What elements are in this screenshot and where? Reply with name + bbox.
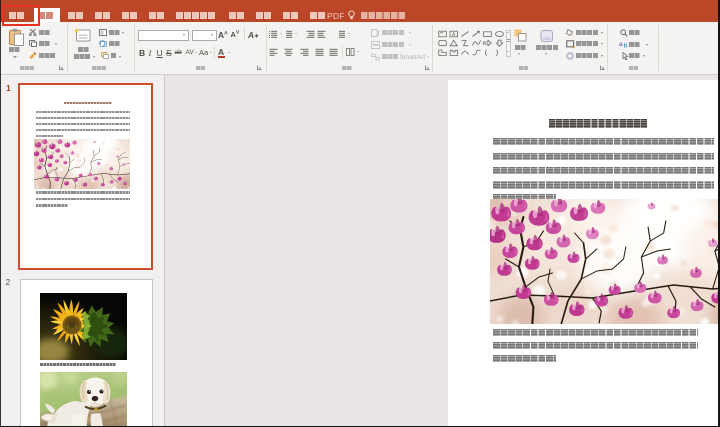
svg-text:b: b xyxy=(623,43,627,49)
svg-text:a: a xyxy=(619,41,623,48)
